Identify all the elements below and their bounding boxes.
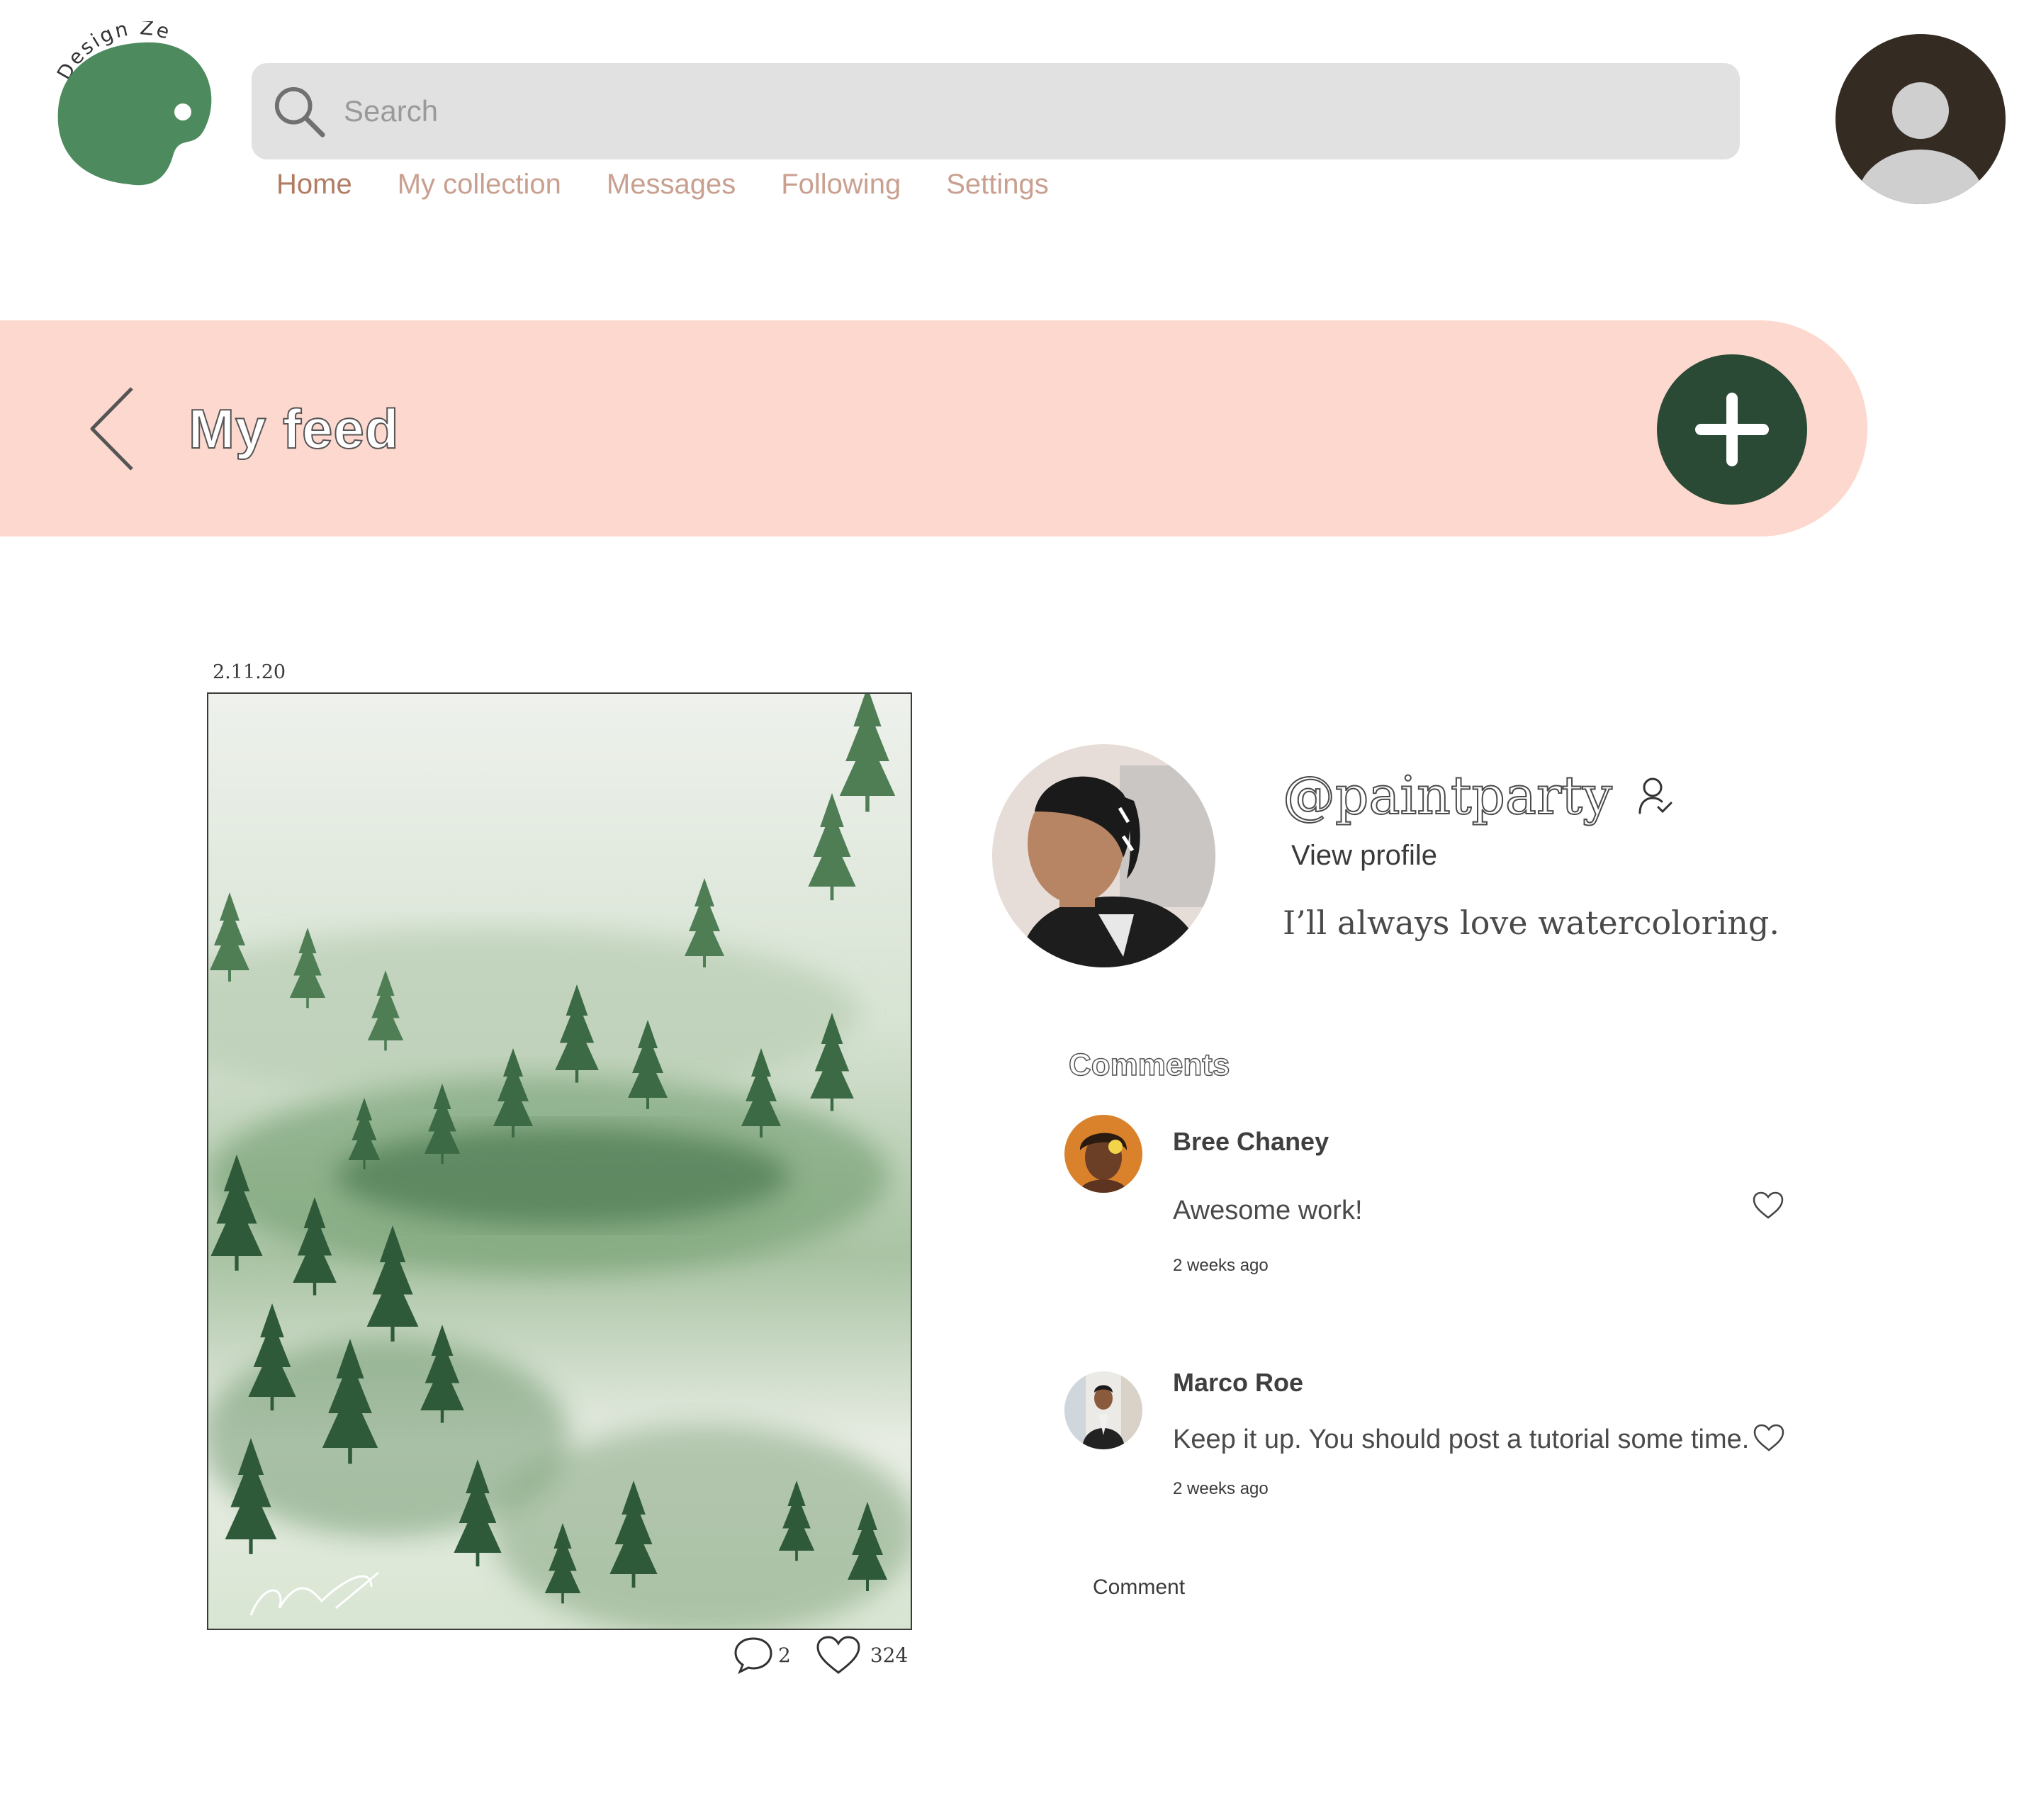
chevron-left-icon [90, 387, 133, 471]
back-button[interactable] [85, 383, 142, 475]
post-stats: 2 324 [733, 1634, 908, 1675]
plus-icon [1695, 393, 1769, 466]
post-image[interactable] [207, 692, 912, 1630]
comment-timestamp: 2 weeks ago [1173, 1479, 1269, 1498]
user-icon [1857, 82, 1984, 204]
brand-logo[interactable]: Design Zen [44, 3, 221, 191]
profile-bio: I’ll always love watercoloring. [1283, 904, 1779, 942]
comment-text: Keep it up. You should post a tutorial s… [1173, 1425, 1750, 1454]
comments-heading: Comments [1068, 1047, 1230, 1083]
comment-input[interactable] [1091, 1575, 1803, 1600]
follow-user-icon[interactable] [1637, 776, 1674, 816]
view-profile-link[interactable]: View profile [1291, 840, 1437, 872]
nav-my-collection[interactable]: My collection [398, 169, 561, 201]
profile-handle[interactable]: @paintparty [1282, 765, 1613, 827]
profile-photo[interactable] [992, 744, 1215, 967]
palette-icon: Design Zen [44, 3, 212, 186]
comment-timestamp: 2 weeks ago [1173, 1256, 1269, 1275]
nav-messages[interactable]: Messages [607, 169, 736, 201]
main-nav: Home My collection Messages Following Se… [276, 169, 1049, 201]
like-comment-icon[interactable] [1753, 1423, 1785, 1453]
search-bar[interactable] [252, 63, 1740, 159]
page-title: My feed [188, 397, 400, 461]
watercolor-forest-image [208, 694, 911, 1629]
like-count: 324 [870, 1643, 909, 1667]
commenter-avatar[interactable] [1064, 1115, 1142, 1193]
add-post-button[interactable] [1657, 354, 1807, 505]
search-input[interactable] [342, 94, 1621, 129]
search-icon [274, 86, 325, 137]
comment-icon[interactable] [733, 1636, 774, 1674]
nav-following[interactable]: Following [781, 169, 901, 201]
commenter-avatar[interactable] [1064, 1371, 1142, 1449]
nav-settings[interactable]: Settings [946, 169, 1049, 201]
nav-home[interactable]: Home [276, 169, 352, 201]
person-photo [992, 744, 1215, 967]
comment-text: Awesome work! [1173, 1196, 1363, 1225]
commenter-name[interactable]: Marco Roe [1173, 1368, 1303, 1398]
comment-count: 2 [778, 1643, 791, 1667]
heart-icon[interactable] [815, 1634, 862, 1675]
user-avatar[interactable] [1835, 34, 2006, 204]
post-date: 2.11.20 [213, 661, 286, 683]
commenter-name[interactable]: Bree Chaney [1173, 1127, 1329, 1157]
like-comment-icon[interactable] [1752, 1191, 1784, 1220]
